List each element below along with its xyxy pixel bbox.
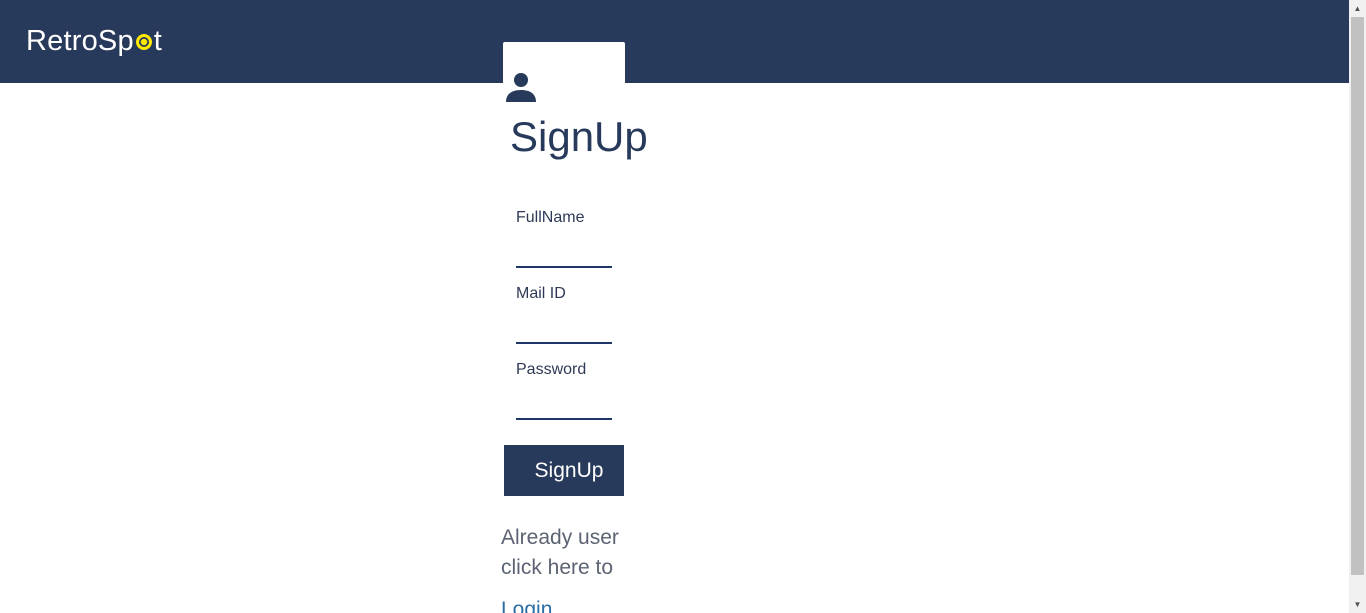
scroll-down-arrow-icon[interactable]: ▼ (1349, 596, 1366, 613)
logo-text-prefix: RetroSp (26, 25, 134, 57)
logo-text-suffix: t (153, 25, 163, 57)
scrollbar-thumb[interactable] (1351, 17, 1364, 575)
mail-id-input[interactable] (516, 320, 612, 344)
password-input[interactable] (516, 396, 612, 420)
logo-dot-icon (135, 33, 153, 51)
already-user-text: Already user click here to (501, 526, 619, 579)
signup-button[interactable]: SignUp (504, 445, 624, 496)
brand-logo[interactable]: RetroSp t (26, 24, 162, 58)
fullname-input[interactable] (516, 244, 612, 268)
page: RetroSp t SignUp FullName Mail ID Passwor… (0, 0, 1366, 613)
scroll-up-arrow-icon[interactable]: ▲ (1349, 0, 1366, 17)
user-icon (503, 70, 539, 104)
fullname-label: FullName (516, 209, 585, 226)
login-link[interactable]: Login (501, 595, 552, 613)
mail-id-label: Mail ID (516, 285, 566, 302)
page-title: SignUp (510, 113, 648, 160)
password-label: Password (516, 361, 587, 378)
vertical-scrollbar[interactable]: ▲ ▼ (1349, 0, 1366, 613)
top-header: RetroSp t (0, 0, 1349, 83)
